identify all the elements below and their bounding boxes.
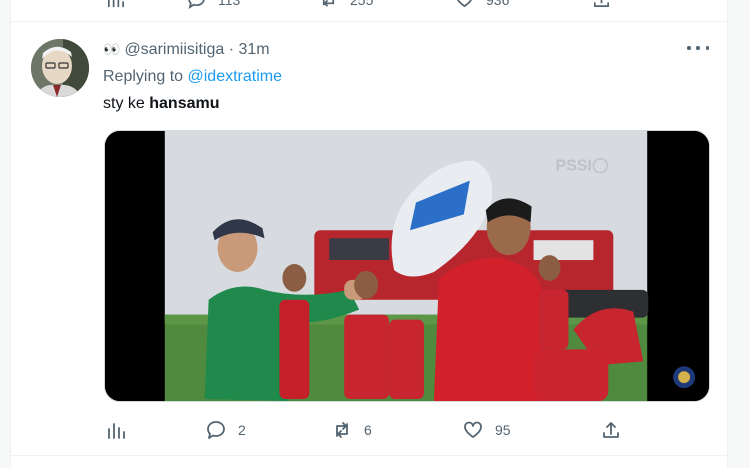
like-button[interactable]: 95 <box>463 415 511 445</box>
replying-to-link[interactable]: @idextratime <box>188 68 283 85</box>
avatar[interactable] <box>31 39 89 97</box>
video-watermark: PSSI <box>556 158 592 175</box>
reply-icon <box>188 0 205 9</box>
reply-button[interactable]: 2 <box>206 415 246 445</box>
retweet-count: 6 <box>364 422 372 438</box>
share-icon <box>593 0 610 8</box>
like-button[interactable]: 936 <box>455 0 509 9</box>
like-icon <box>457 0 472 8</box>
like-count: 936 <box>486 0 509 8</box>
retweet-icon <box>322 0 335 7</box>
share-button[interactable] <box>592 0 611 9</box>
previous-tweet-actions: 113 255 936 <box>11 0 729 22</box>
reply-count: 2 <box>238 422 246 438</box>
reply-icon <box>207 421 225 439</box>
tweet-media-video[interactable]: PSSI <box>104 130 710 402</box>
tweet-time[interactable]: 31m <box>238 41 269 58</box>
tweet-header: 👀 @sarimiisitiga · 31m <box>103 41 270 59</box>
reply-button[interactable]: 113 <box>187 0 240 9</box>
like-count: 95 <box>495 422 511 438</box>
eyes-emoji: 👀 <box>103 41 120 57</box>
tweet-text-bold: hansamu <box>149 95 220 112</box>
analytics-icon <box>108 423 125 439</box>
retweet-count: 255 <box>350 0 373 8</box>
more-dot-icon <box>696 46 700 50</box>
video-frame: PSSI <box>105 131 709 401</box>
analytics-button[interactable] <box>106 415 126 445</box>
analytics-button[interactable] <box>106 0 125 9</box>
analytics-icon <box>107 0 124 8</box>
separator-dot: · <box>228 41 235 58</box>
share-button[interactable] <box>601 415 621 445</box>
tweet-text-plain: sty ke <box>103 95 145 112</box>
share-icon <box>603 422 619 438</box>
divider <box>11 455 729 456</box>
retweet-button[interactable]: 255 <box>319 0 373 9</box>
retweet-icon <box>336 422 348 438</box>
more-dot-icon <box>687 46 691 50</box>
more-options-button[interactable] <box>687 39 709 57</box>
reply-count: 113 <box>218 0 240 8</box>
tweet-text: sty ke hansamu <box>103 95 220 113</box>
user-handle[interactable]: @sarimiisitiga <box>124 41 224 58</box>
tweet[interactable]: 👀 @sarimiisitiga · 31m Replying to @idext… <box>11 23 729 455</box>
tweet-actions: 2 6 95 <box>103 415 623 445</box>
retweet-button[interactable]: 6 <box>332 415 372 445</box>
like-icon <box>464 421 482 438</box>
replying-to: Replying to @idextratime <box>103 68 282 86</box>
timeline: 113 255 936 👀@s <box>10 0 729 468</box>
replying-label: Replying to <box>103 68 184 85</box>
avatar-photo <box>31 39 89 97</box>
more-dot-icon <box>705 46 709 50</box>
